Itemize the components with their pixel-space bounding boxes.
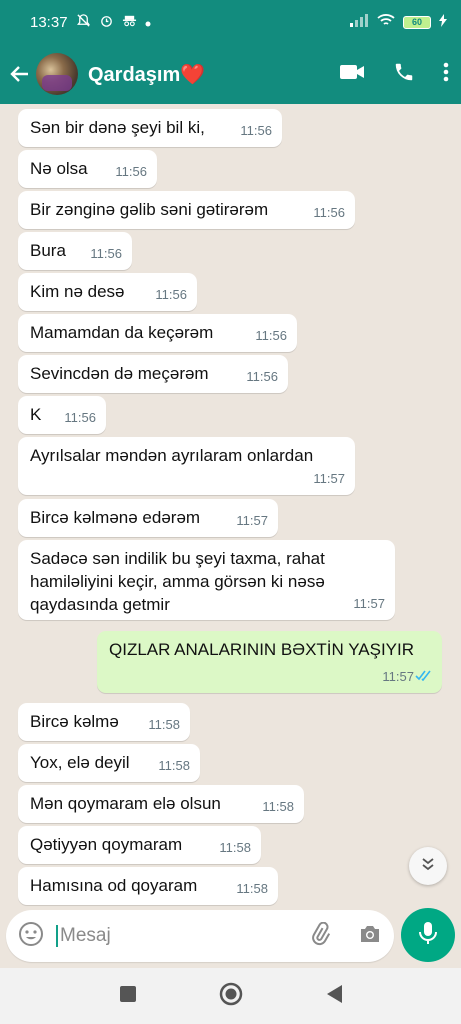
nav-recents-icon[interactable] [119, 985, 137, 1008]
chat-area[interactable]: Sən bir dənə şeyi bil ki, 11:56 Nə olsa … [0, 104, 461, 910]
message-text: Mamamdan da keçərəm [30, 323, 214, 342]
message-text: Bura [30, 241, 66, 260]
message-time: 11:56 [246, 369, 278, 384]
message-text: Hamısına od qoyaram [30, 876, 198, 895]
nav-home-icon[interactable] [219, 982, 243, 1011]
message-text: Bir zənginə gəlib səni gətirərəm [30, 200, 269, 219]
message-bubble-outgoing[interactable]: QIZLAR ANALARININ BƏXTİN YAŞIYIR 11:57 [97, 631, 442, 693]
message-time: 11:58 [262, 799, 294, 814]
message-time: 11:56 [240, 123, 272, 138]
incognito-icon [122, 13, 137, 32]
message-text: Bircə kəlmənə edərəm [30, 508, 201, 527]
message-bubble[interactable]: Yox, elə deyil 11:58 [18, 744, 200, 782]
contact-name[interactable]: Qardaşım❤️ [88, 62, 205, 87]
message-time: 11:58 [219, 840, 251, 855]
message-bubble[interactable]: K 11:56 [18, 396, 106, 434]
message-bubble[interactable]: Bircə kəlmənə edərəm 11:57 [18, 499, 278, 537]
message-time: 11:57 [236, 513, 268, 528]
message-bubble[interactable]: Ayrılsalar məndən ayrılaram onlardan 11:… [18, 437, 355, 495]
message-time: 11:56 [64, 410, 96, 425]
message-text: Sadəcə sən indilik bu şeyi taxma, rahat … [30, 549, 325, 614]
message-text: Bircə kəlmə [30, 712, 119, 731]
message-text: QIZLAR ANALARININ BƏXTİN YAŞIYIR [109, 640, 415, 659]
message-text: Qətiyyən qoymaram [30, 835, 183, 854]
message-time: 11:56 [90, 246, 122, 261]
system-navigation-bar [0, 968, 461, 1024]
message-time: 11:57 [353, 596, 385, 611]
status-bar: 13:37 60 [0, 0, 461, 44]
battery-indicator: 60 [403, 15, 431, 29]
mute-notifications-icon [76, 13, 91, 32]
message-bubble[interactable]: Sən bir dənə şeyi bil ki, 11:56 [18, 109, 282, 147]
message-bubble[interactable]: Mən qoymaram elə olsun 11:58 [18, 785, 304, 823]
message-bubble[interactable]: Bura 11:56 [18, 232, 132, 270]
message-text: K [30, 405, 42, 424]
message-composer [6, 910, 394, 962]
message-text: Yox, elə deyil [30, 753, 130, 772]
message-text: Sevincdən də meçərəm [30, 364, 209, 383]
message-bubble[interactable]: Hamısına od qoyaram 11:58 [18, 867, 278, 905]
signal-icon [349, 13, 369, 31]
message-time: 11:56 [255, 328, 287, 343]
charging-icon [439, 13, 447, 31]
message-time: 11:57 [382, 669, 414, 684]
attach-icon[interactable] [308, 921, 332, 951]
more-dot-icon [145, 14, 151, 31]
message-time: 11:58 [236, 881, 268, 896]
message-text: Nə olsa [30, 159, 88, 178]
message-time: 11:56 [115, 164, 147, 179]
message-text: Sən bir dənə şeyi bil ki, [30, 118, 205, 137]
message-text: Ayrılsalar məndən ayrılaram onlardan [30, 446, 314, 465]
scroll-to-bottom-button[interactable] [409, 847, 447, 885]
message-bubble[interactable]: Bircə kəlmə 11:58 [18, 703, 190, 741]
more-vert-icon[interactable] [443, 62, 449, 87]
status-time: 13:37 [30, 13, 68, 31]
chat-header: Qardaşım❤️ [0, 44, 461, 104]
camera-icon[interactable] [358, 923, 382, 950]
message-text: Kim nə desə [30, 282, 125, 301]
message-input[interactable] [56, 925, 286, 947]
message-time: 11:56 [313, 205, 345, 220]
message-time: 11:58 [148, 717, 180, 732]
message-text: Mən qoymaram elə olsun [30, 794, 221, 813]
message-bubble[interactable]: Nə olsa 11:56 [18, 150, 157, 188]
message-bubble[interactable]: Qətiyyən qoymaram 11:58 [18, 826, 261, 864]
message-bubble[interactable]: Sevincdən də meçərəm 11:56 [18, 355, 288, 393]
wifi-icon [377, 13, 395, 31]
message-bubble[interactable]: Mamamdan da keçərəm 11:56 [18, 314, 297, 352]
message-bubble[interactable]: Sadəcə sən indilik bu şeyi taxma, rahat … [18, 540, 395, 620]
mic-icon [417, 920, 439, 951]
voice-message-button[interactable] [401, 908, 455, 962]
arrow-back-icon[interactable] [8, 64, 32, 84]
message-time: 11:57 [313, 471, 345, 486]
message-time: 11:58 [158, 758, 190, 773]
alarm-icon [99, 13, 114, 32]
nav-back-icon[interactable] [325, 984, 343, 1009]
phone-icon[interactable] [393, 61, 415, 88]
video-call-icon[interactable] [339, 63, 365, 86]
message-time: 11:56 [155, 287, 187, 302]
message-bubble[interactable]: Bir zənginə gəlib səni gətirərəm 11:56 [18, 191, 355, 229]
message-bubble[interactable]: Kim nə desə 11:56 [18, 273, 197, 311]
chevron-down-icon [420, 856, 436, 877]
avatar[interactable] [36, 53, 78, 95]
double-check-icon [415, 664, 433, 687]
emoji-icon[interactable] [18, 921, 44, 952]
